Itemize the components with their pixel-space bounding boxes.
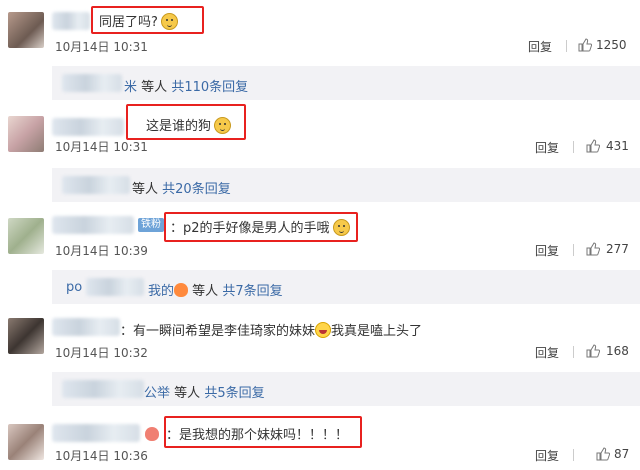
username-blurred[interactable] (62, 176, 130, 194)
like-count: 87 (614, 447, 630, 461)
separator (573, 449, 574, 461)
heart-emoji (145, 427, 159, 441)
avatar[interactable] (8, 12, 44, 48)
comment-text: 同居了吗? (99, 11, 178, 30)
doge-emoji (332, 219, 350, 236)
username-blurred[interactable] (62, 380, 144, 398)
separator (566, 40, 567, 52)
laugh-emoji (315, 322, 332, 338)
username-blurred[interactable] (52, 318, 120, 336)
fire-emoji (174, 283, 189, 297)
thumbs-up-icon[interactable] (586, 344, 600, 358)
username-blurred[interactable] (52, 424, 140, 442)
comment-time: 10月14日 10:31 (55, 140, 148, 154)
subreply-summary[interactable]: 米 等人 共110条回复 (124, 76, 248, 95)
like-count: 431 (606, 139, 629, 153)
subreply-summary[interactable]: 公举 等人 共5条回复 (144, 382, 265, 401)
like-count: 168 (606, 344, 629, 358)
username-blurred[interactable] (62, 74, 122, 92)
comment-text: 这是谁的狗 (146, 115, 232, 134)
comment-time: 10月14日 10:31 (55, 40, 148, 54)
comment-time: 10月14日 10:36 (55, 449, 148, 463)
avatar[interactable] (8, 116, 44, 152)
separator (573, 244, 574, 256)
avatar[interactable] (8, 424, 44, 460)
username-blurred[interactable] (86, 278, 144, 296)
username-blurred[interactable] (52, 12, 90, 30)
doge-emoji (214, 117, 232, 134)
reply-button[interactable]: 回复 (535, 447, 559, 464)
reply-button[interactable]: 回复 (535, 139, 559, 156)
comment-text: ：是我想的那个妹妹吗！！！！ (166, 428, 349, 443)
subreply-summary[interactable]: 等人 共20条回复 (132, 178, 231, 197)
comment-time: 10月14日 10:32 (55, 346, 148, 360)
avatar[interactable] (8, 218, 44, 254)
comment-text: ：有一瞬间希望是李佳琦家的妹妹 我真是嗑上头了 (120, 322, 423, 339)
comment-text: ：p2的手好像是男人的手哦 (170, 217, 350, 236)
reply-button[interactable]: 回复 (535, 242, 559, 259)
doge-emoji (160, 13, 178, 30)
like-count: 1250 (596, 38, 627, 52)
reply-button[interactable]: 回复 (528, 38, 552, 55)
comment-time: 10月14日 10:39 (55, 244, 148, 258)
avatar[interactable] (8, 318, 44, 354)
thumbs-up-icon[interactable] (578, 38, 592, 52)
like-count: 277 (606, 242, 629, 256)
thumbs-up-icon[interactable] (586, 139, 600, 153)
thumbs-up-icon[interactable] (586, 242, 600, 256)
separator (573, 346, 574, 358)
reply-button[interactable]: 回复 (535, 344, 559, 361)
thumbs-up-icon[interactable] (596, 447, 610, 461)
subreply-summary[interactable]: 我的 等人 共7条回复 (148, 280, 283, 299)
username-blurred[interactable] (52, 118, 124, 136)
subreply-summary[interactable]: po (66, 280, 82, 295)
separator (573, 141, 574, 153)
fan-badge: 铁粉 (138, 218, 164, 232)
username-blurred[interactable] (52, 216, 134, 234)
